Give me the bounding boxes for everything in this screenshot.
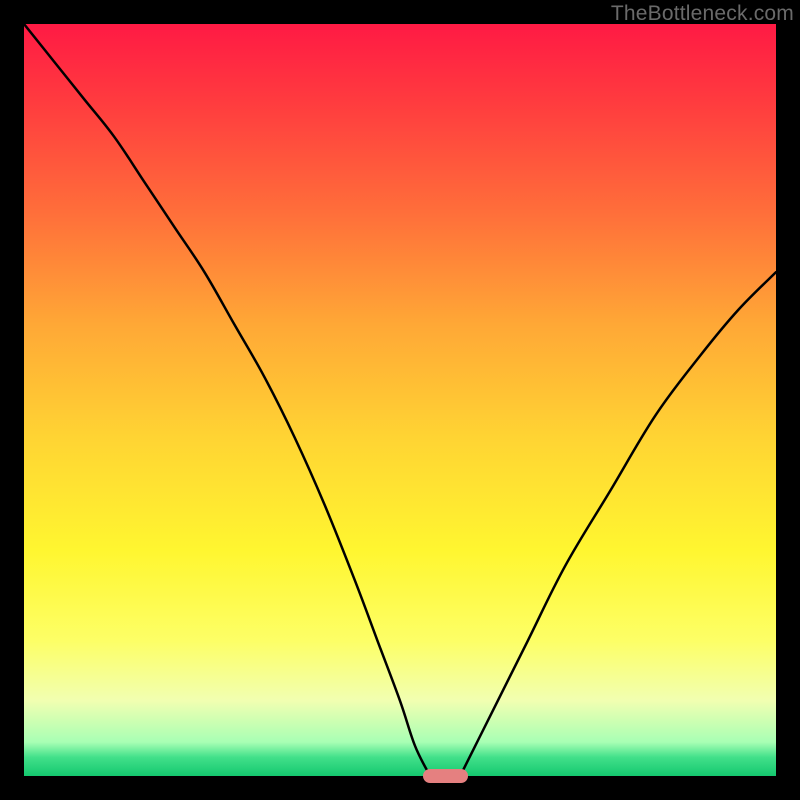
bottleneck-curve <box>24 24 776 776</box>
watermark-text: TheBottleneck.com <box>611 2 794 26</box>
optimum-marker <box>423 769 468 783</box>
chart-plot-area <box>24 24 776 776</box>
